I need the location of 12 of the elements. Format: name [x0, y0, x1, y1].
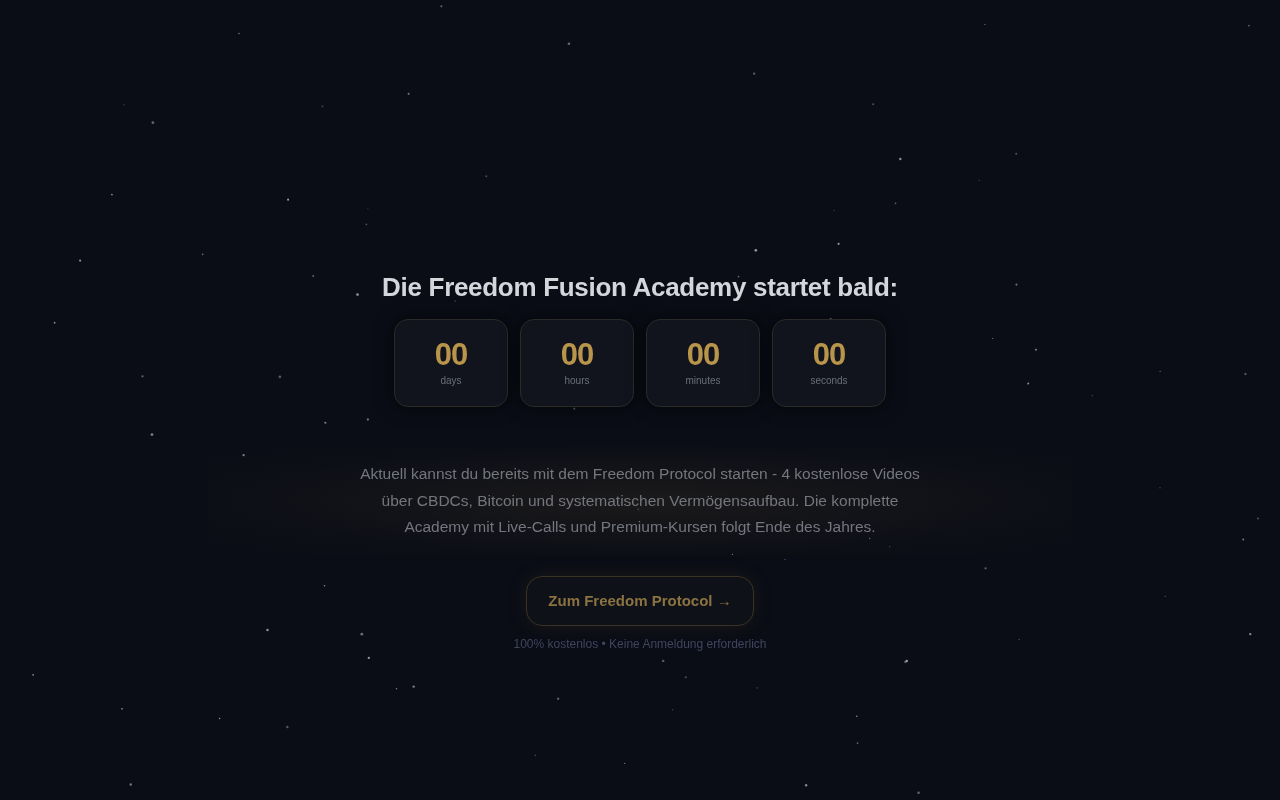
countdown-unit: days	[440, 374, 462, 388]
countdown-value: 00	[434, 336, 468, 374]
intro-paragraph: Aktuell kannst du bereits mit dem Freedom Protocol starten - 4 kostenlose Videos über CBDCs, Bitcoin und systematischen Vermögensaufbau. Die komplette Academy mit Live-Calls und Premium-Kursen folgt Ende des Jahres.	[359, 464, 921, 538]
countdown-unit: seconds	[810, 374, 848, 388]
countdown-unit: minutes	[685, 374, 721, 388]
cta-button[interactable]: Zum Freedom Protocol →	[526, 576, 754, 626]
countdown-value: 00	[812, 336, 846, 374]
countdown-value: 00	[560, 336, 594, 374]
note-text: 100% kostenlos • Keine Anmeldung erforderlich	[513, 636, 767, 652]
countdown-value: 00	[686, 336, 720, 374]
countdown-unit: hours	[564, 374, 590, 388]
heading: Die Freedom Fusion Academy startet bald:	[382, 271, 898, 304]
